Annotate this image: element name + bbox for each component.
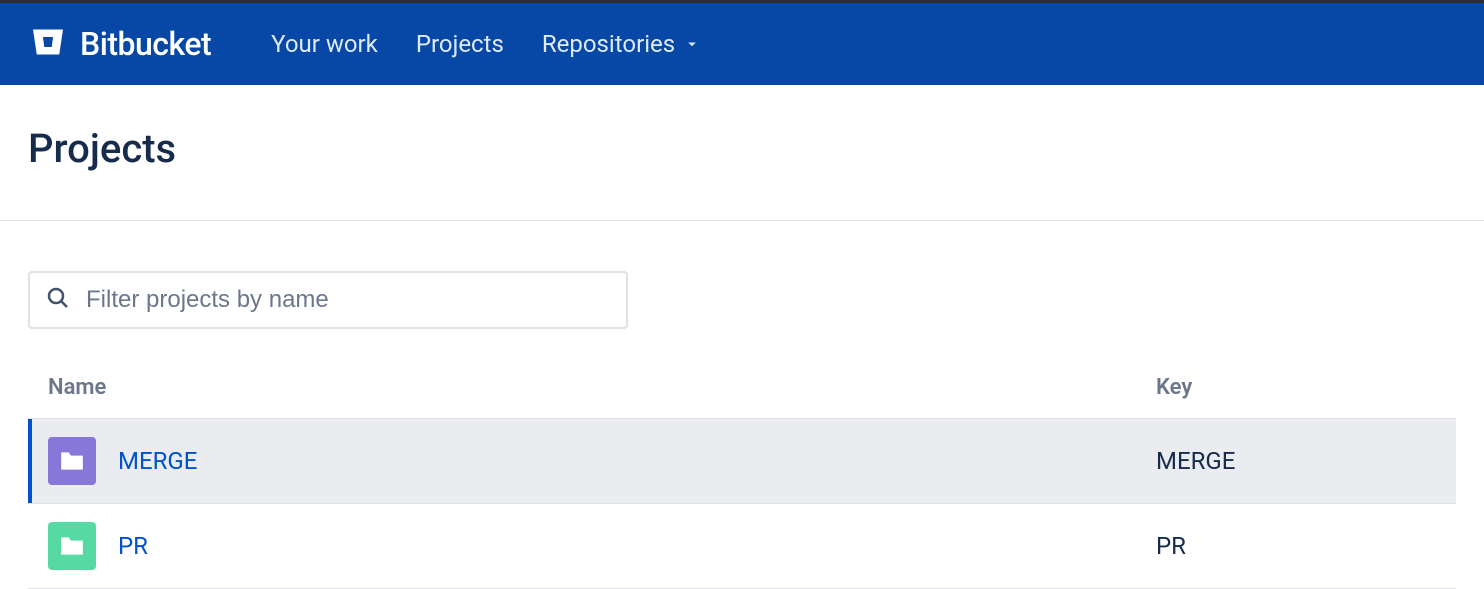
nav-projects[interactable]: Projects <box>416 30 504 58</box>
search-box[interactable] <box>28 271 628 329</box>
project-link[interactable]: MERGE <box>118 447 197 475</box>
bitbucket-icon <box>28 22 68 66</box>
main-nav: Your work Projects Repositories <box>271 30 701 58</box>
logo[interactable]: Bitbucket <box>28 22 211 66</box>
project-name-cell: PR <box>48 522 1156 570</box>
column-header-key[interactable]: Key <box>1156 375 1436 400</box>
project-link[interactable]: PR <box>118 532 148 560</box>
project-key: MERGE <box>1156 447 1436 475</box>
filter-projects-input[interactable] <box>86 286 610 314</box>
table-row[interactable]: PR PR <box>28 503 1456 589</box>
nav-your-work[interactable]: Your work <box>271 30 378 58</box>
table-header: Name Key <box>28 365 1456 418</box>
app-header: Bitbucket Your work Projects Repositorie… <box>0 3 1484 85</box>
nav-repositories-label: Repositories <box>542 30 675 58</box>
column-header-name[interactable]: Name <box>48 375 1156 400</box>
chevron-down-icon <box>683 35 701 53</box>
table-row[interactable]: MERGE MERGE <box>28 418 1456 503</box>
project-icon <box>48 437 96 485</box>
nav-repositories[interactable]: Repositories <box>542 30 701 58</box>
project-name-cell: MERGE <box>48 437 1156 485</box>
project-icon <box>48 522 96 570</box>
project-key: PR <box>1156 532 1436 560</box>
projects-table: Name Key MERGE MERGE PR <box>28 365 1456 589</box>
page-title: Projects <box>0 85 1484 220</box>
search-icon <box>46 286 70 314</box>
content: Name Key MERGE MERGE PR <box>0 221 1484 589</box>
product-name: Bitbucket <box>80 25 211 63</box>
